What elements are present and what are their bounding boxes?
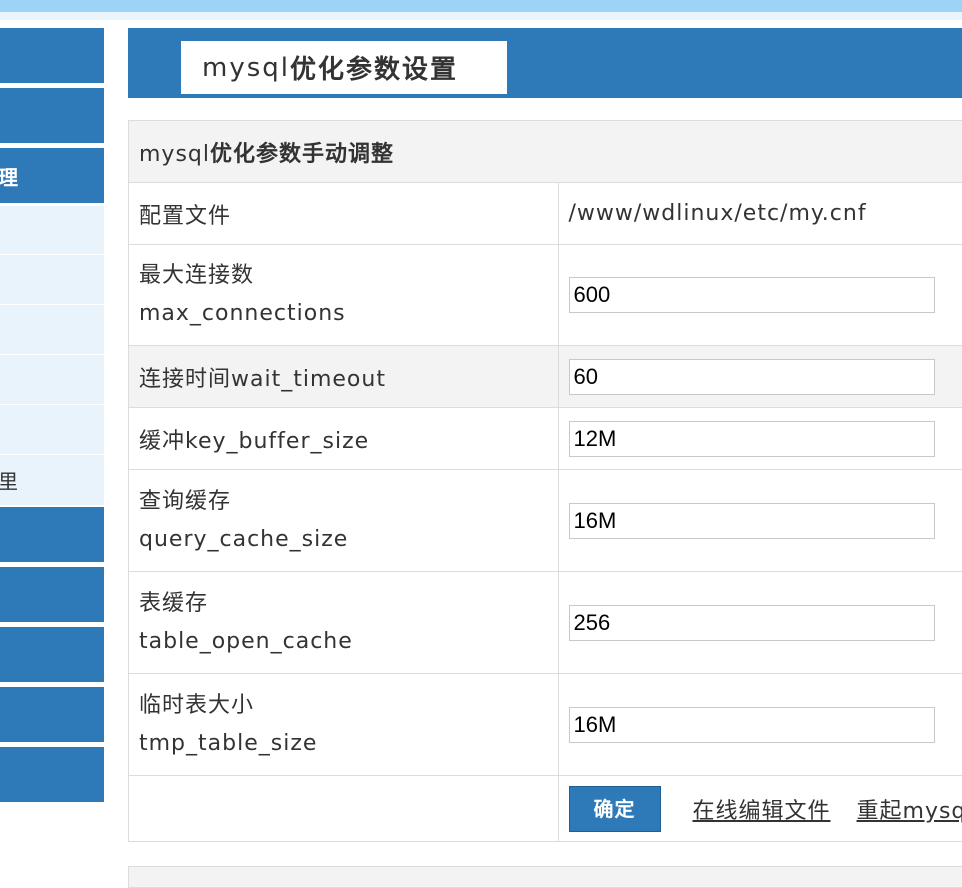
tmp-table-size-input[interactable] <box>569 707 935 743</box>
form-heading-prefix: mysql <box>139 142 210 167</box>
tab-mysql-settings[interactable]: mysql优化参数设置 <box>181 41 507 94</box>
table-open-cache-row: 表缓存 table_open_cache <box>129 572 962 674</box>
key-buffer-input[interactable] <box>569 421 935 457</box>
form-heading: mysql优化参数手动调整 <box>129 121 962 183</box>
edit-file-link[interactable]: 在线编辑文件 <box>693 799 831 824</box>
tmp-table-size-row: 临时表大小 tmp_table_size <box>129 674 962 776</box>
config-file-row: 配置文件 /www/wdlinux/etc/my.cnf <box>129 183 962 245</box>
submit-button[interactable]: 确定 <box>569 786 661 832</box>
sidebar-item-6[interactable] <box>0 627 104 682</box>
config-file-label: 配置文件 <box>129 183 559 245</box>
sidebar-item-5[interactable] <box>0 567 104 622</box>
mysql-settings-form: mysql优化参数手动调整 配置文件 /www/wdlinux/etc/my.c… <box>128 120 962 842</box>
key-buffer-label: 缓冲key_buffer_size <box>129 408 559 470</box>
form-heading-text: 优化参数手动调整 <box>210 142 394 167</box>
max-connections-input[interactable] <box>569 277 935 313</box>
sidebar-item-4[interactable] <box>0 507 104 562</box>
tab-bar: mysql优化参数设置 <box>128 28 962 98</box>
sidebar-item-7[interactable] <box>0 687 104 742</box>
sidebar-subitem-4[interactable] <box>0 354 104 404</box>
sidebar-item-label: 理 <box>0 161 18 190</box>
max-connections-row: 最大连接数 max_connections <box>129 245 962 346</box>
sidebar-subitem-6[interactable]: 里 <box>0 454 104 505</box>
sidebar-subitem-2[interactable] <box>0 254 104 304</box>
sidebar-item-1[interactable] <box>0 28 104 83</box>
sidebar-item-label: 里 <box>0 466 18 495</box>
actions-row: 确定 在线编辑文件 重起mysql <box>129 776 962 842</box>
query-cache-row: 查询缓存 query_cache_size <box>129 470 962 572</box>
tab-prefix: mysql <box>202 53 290 83</box>
tmp-table-size-label: 临时表大小 tmp_table_size <box>129 674 559 776</box>
max-connections-label: 最大连接数 max_connections <box>129 245 559 346</box>
key-buffer-row: 缓冲key_buffer_size <box>129 408 962 470</box>
table-open-cache-label: 表缓存 table_open_cache <box>129 572 559 674</box>
top-bar <box>0 0 962 12</box>
sidebar-subitem-3[interactable] <box>0 304 104 354</box>
next-section-box <box>128 866 962 888</box>
query-cache-input[interactable] <box>569 503 935 539</box>
restart-mysql-link[interactable]: 重起mysql <box>857 799 962 824</box>
query-cache-label: 查询缓存 query_cache_size <box>129 470 559 572</box>
config-file-value: /www/wdlinux/etc/my.cnf <box>558 183 962 245</box>
sidebar-item-8[interactable] <box>0 747 104 802</box>
sidebar: 理 里 <box>0 0 105 879</box>
sidebar-subitem-5[interactable] <box>0 404 104 454</box>
top-bar-shadow <box>0 12 962 20</box>
sidebar-item-3[interactable]: 理 <box>0 148 104 203</box>
actions-spacer <box>129 776 559 842</box>
table-open-cache-input[interactable] <box>569 605 935 641</box>
sidebar-item-2[interactable] <box>0 88 104 143</box>
wait-timeout-label: 连接时间wait_timeout <box>129 346 559 408</box>
form-header-row: mysql优化参数手动调整 <box>129 121 962 183</box>
wait-timeout-input[interactable] <box>569 359 935 395</box>
wait-timeout-row: 连接时间wait_timeout <box>129 346 962 408</box>
tab-title: 优化参数设置 <box>290 49 458 86</box>
sidebar-subitem-1[interactable] <box>0 205 104 254</box>
